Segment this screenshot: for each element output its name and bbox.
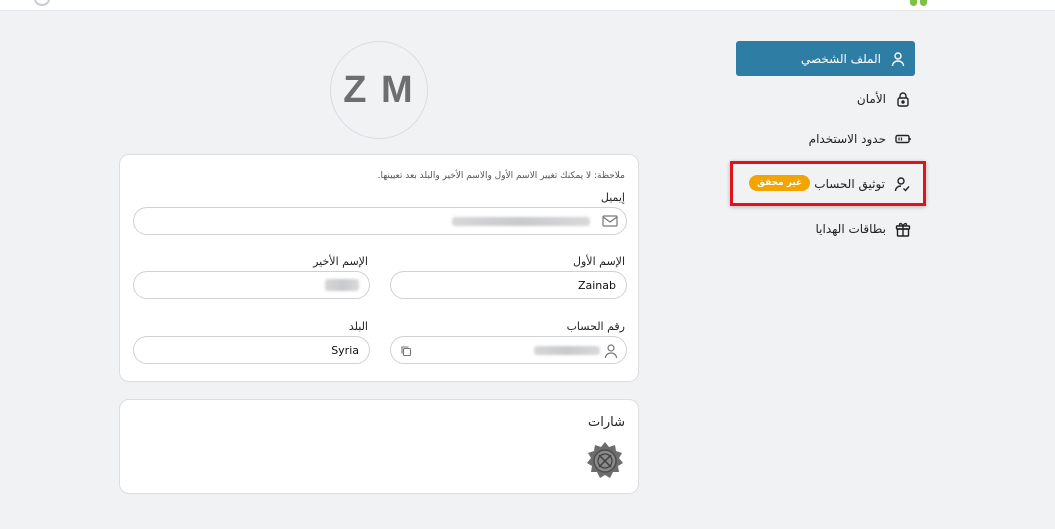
lock-icon bbox=[894, 90, 912, 108]
country-value: Syria bbox=[331, 343, 359, 357]
unverified-badge: غير محقق bbox=[749, 175, 811, 191]
sidebar-item-usage-limits[interactable]: حدود الاستخدام bbox=[730, 121, 920, 156]
user-check-icon bbox=[893, 175, 911, 193]
account-sidebar: الملف الشخصي الأمان حدود الاستخدام غير م… bbox=[730, 41, 926, 251]
country-label: البلد bbox=[348, 320, 368, 333]
profile-card: ملاحظة: لا يمكنك تغيير الاسم الأول والاس… bbox=[119, 154, 639, 382]
badge-medal-icon[interactable] bbox=[585, 441, 625, 481]
last-name-label: الإسم الأخير bbox=[313, 255, 368, 268]
user-icon bbox=[889, 50, 907, 68]
badges-title: شارات bbox=[588, 415, 625, 430]
badges-card: شارات bbox=[119, 399, 639, 494]
user-icon bbox=[604, 343, 618, 362]
first-name-label: الإسم الأول bbox=[573, 255, 625, 268]
email-field[interactable] bbox=[133, 207, 627, 235]
sidebar-item-label: بطاقات الهدايا bbox=[815, 221, 887, 236]
sidebar-item-label: الملف الشخصي bbox=[801, 51, 881, 66]
email-label: إيميل bbox=[600, 191, 625, 204]
sidebar-item-profile[interactable]: الملف الشخصي bbox=[736, 41, 915, 76]
sidebar-item-label: الأمان bbox=[856, 91, 886, 106]
sidebar-item-label: توثيق الحساب bbox=[814, 176, 885, 191]
sidebar-item-account-verification[interactable]: غير محقق توثيق الحساب bbox=[730, 161, 926, 206]
first-name-field[interactable]: Zainab bbox=[390, 271, 627, 299]
sidebar-item-gift-cards[interactable]: بطاقات الهدايا bbox=[730, 211, 920, 246]
account-number-value-redacted bbox=[534, 345, 600, 355]
top-bar bbox=[0, 0, 1055, 11]
copy-icon[interactable] bbox=[400, 345, 412, 360]
gift-icon bbox=[894, 220, 912, 238]
account-number-label: رقم الحساب bbox=[566, 320, 625, 333]
avatar: Z M bbox=[330, 41, 428, 139]
sidebar-item-security[interactable]: الأمان bbox=[730, 81, 920, 116]
country-field[interactable]: Syria bbox=[133, 336, 370, 364]
last-name-field[interactable] bbox=[133, 271, 370, 299]
logo[interactable] bbox=[910, 0, 927, 6]
email-value-redacted bbox=[452, 216, 590, 226]
battery-icon bbox=[894, 130, 912, 148]
last-name-value-redacted bbox=[325, 279, 359, 291]
mail-icon bbox=[602, 214, 618, 231]
menu-icon[interactable] bbox=[34, 0, 50, 6]
sidebar-item-label: حدود الاستخدام bbox=[808, 131, 886, 146]
first-name-value: Zainab bbox=[577, 278, 616, 292]
edit-restriction-note: ملاحظة: لا يمكنك تغيير الاسم الأول والاس… bbox=[377, 171, 625, 181]
account-number-field[interactable] bbox=[390, 336, 627, 364]
